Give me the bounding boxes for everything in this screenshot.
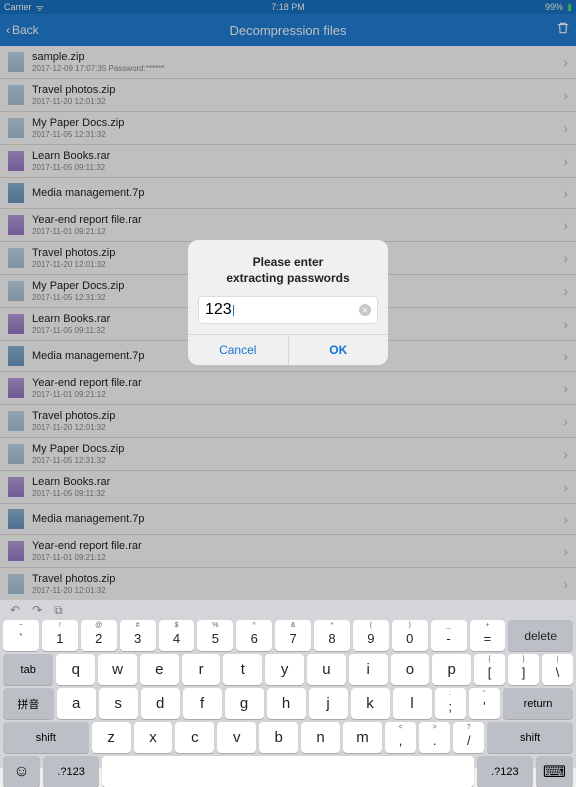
clear-input-icon[interactable]: ✕	[359, 304, 371, 316]
pinyin-key[interactable]: 拼音	[3, 688, 54, 719]
key-f[interactable]: f	[183, 688, 222, 719]
key-u[interactable]: u	[307, 654, 346, 685]
key-=[interactable]: +=	[470, 620, 506, 651]
return-key[interactable]: return	[503, 688, 573, 719]
tab-key[interactable]: tab	[3, 654, 53, 685]
keyboard-toolbar: ↶ ↷ ⧉	[0, 600, 576, 620]
shift-key-right[interactable]: shift	[487, 722, 573, 753]
key-;[interactable]: :;	[435, 688, 466, 719]
password-input-wrap[interactable]: 123 ✕	[198, 296, 378, 324]
alert-title: Please enter extracting passwords	[188, 240, 388, 296]
key-2[interactable]: @2	[81, 620, 117, 651]
key-k[interactable]: k	[351, 688, 390, 719]
key-`[interactable]: ~`	[3, 620, 39, 651]
redo-icon[interactable]: ↷	[32, 603, 42, 617]
clipboard-icon[interactable]: ⧉	[54, 603, 63, 618]
key-h[interactable]: h	[267, 688, 306, 719]
key-c[interactable]: c	[175, 722, 214, 753]
key-9[interactable]: (9	[353, 620, 389, 651]
key-o[interactable]: o	[391, 654, 430, 685]
key-w[interactable]: w	[98, 654, 137, 685]
key-a[interactable]: a	[57, 688, 96, 719]
password-alert: Please enter extracting passwords 123 ✕ …	[188, 240, 388, 365]
key-s[interactable]: s	[99, 688, 138, 719]
key-y[interactable]: y	[265, 654, 304, 685]
key-e[interactable]: e	[140, 654, 179, 685]
shift-key[interactable]: shift	[3, 722, 89, 753]
delete-key[interactable]: delete	[508, 620, 573, 651]
key-n[interactable]: n	[301, 722, 340, 753]
key-i[interactable]: i	[349, 654, 388, 685]
key-1[interactable]: !1	[42, 620, 78, 651]
key-6[interactable]: ^6	[236, 620, 272, 651]
key-j[interactable]: j	[309, 688, 348, 719]
key-7[interactable]: &7	[275, 620, 311, 651]
numeric-key[interactable]: .?123	[43, 756, 99, 787]
key-g[interactable]: g	[225, 688, 264, 719]
key-d[interactable]: d	[141, 688, 180, 719]
key-z[interactable]: z	[92, 722, 131, 753]
key-r[interactable]: r	[182, 654, 221, 685]
key-m[interactable]: m	[343, 722, 382, 753]
key-,[interactable]: <,	[385, 722, 416, 753]
emoji-key[interactable]: ☺	[3, 756, 40, 787]
key-p[interactable]: p	[432, 654, 471, 685]
key-v[interactable]: v	[217, 722, 256, 753]
key-/[interactable]: ?/	[453, 722, 484, 753]
key-3[interactable]: #3	[120, 620, 156, 651]
key-8[interactable]: *8	[314, 620, 350, 651]
password-input[interactable]: 123	[205, 301, 234, 319]
key-x[interactable]: x	[134, 722, 173, 753]
ok-button[interactable]: OK	[288, 335, 389, 365]
dismiss-keyboard-key[interactable]: ⌨	[536, 756, 573, 787]
keyboard[interactable]: ↶ ↷ ⧉ ~`!1@2#3$4%5^6&7*8(9)0_-+=delete t…	[0, 600, 576, 768]
key-b[interactable]: b	[259, 722, 298, 753]
key--[interactable]: _-	[431, 620, 467, 651]
key-\[interactable]: |\	[542, 654, 573, 685]
key-l[interactable]: l	[393, 688, 432, 719]
key-4[interactable]: $4	[159, 620, 195, 651]
key-0[interactable]: )0	[392, 620, 428, 651]
key-q[interactable]: q	[56, 654, 95, 685]
key-[[interactable]: {[	[474, 654, 505, 685]
space-key[interactable]	[102, 756, 474, 787]
key-'[interactable]: "'	[469, 688, 500, 719]
key-][interactable]: }]	[508, 654, 539, 685]
cancel-button[interactable]: Cancel	[188, 335, 288, 365]
numeric-key-right[interactable]: .?123	[477, 756, 533, 787]
key-t[interactable]: t	[223, 654, 262, 685]
key-5[interactable]: %5	[197, 620, 233, 651]
undo-icon[interactable]: ↶	[10, 603, 20, 617]
key-.[interactable]: >.	[419, 722, 450, 753]
